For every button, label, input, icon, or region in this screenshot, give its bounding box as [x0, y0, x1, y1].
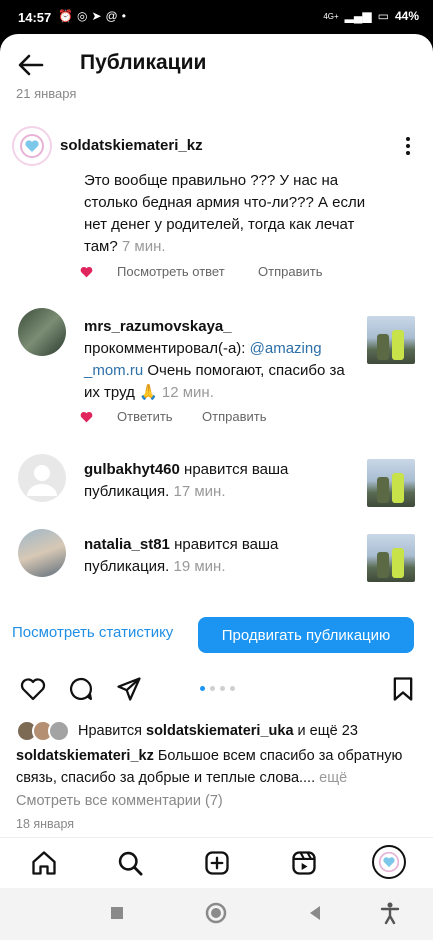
avatar[interactable] [18, 529, 66, 577]
like-time: 19 мин. [173, 558, 226, 575]
comment-body: Это вообще правильно ??? У нас на стольк… [84, 170, 369, 258]
heart-icon[interactable] [80, 411, 93, 423]
carousel-dot [210, 686, 215, 691]
notification-icons: ⏰ ◎ ➤ @ • [58, 9, 126, 23]
post-caption: soldatskiemateri_kz Большое всем спасибо… [16, 745, 416, 789]
likes-summary[interactable]: Нравится soldatskiemateri_uka и ещё 23 [16, 720, 358, 742]
like-notification: gulbakhyt460 нравится ваша публикация. 1… [84, 459, 346, 503]
avatar [48, 720, 70, 742]
mention-part: @amazing [249, 340, 322, 357]
status-right: 4G+ ▂▄▆ ▭ 44% [323, 9, 419, 23]
likes-text: Нравится soldatskiemateri_uka и ещё 23 [78, 723, 358, 739]
accessibility-icon [380, 902, 400, 925]
comment-button[interactable] [66, 675, 96, 705]
avatar[interactable] [18, 308, 66, 356]
avatar[interactable] [18, 454, 66, 502]
telegram-icon: ➤ [91, 9, 102, 23]
nav-reels[interactable] [289, 849, 319, 879]
heart-icon[interactable] [80, 266, 93, 278]
heart-logo-icon [378, 851, 400, 873]
more-link[interactable]: ещё [319, 770, 347, 786]
post-date: 18 января [16, 817, 75, 831]
send-button[interactable]: Отправить [202, 409, 266, 424]
comment-time: 12 мин. [161, 384, 214, 401]
back-button[interactable] [16, 50, 46, 80]
like-username[interactable]: natalia_st81 [84, 536, 170, 553]
caption-username[interactable]: soldatskiemateri_kz [16, 748, 154, 764]
likes-prefix: Нравится [78, 723, 142, 739]
bottom-nav [0, 837, 433, 888]
like-button[interactable] [18, 675, 48, 705]
view-reply-button[interactable]: Посмотреть ответ [117, 264, 225, 279]
reels-icon [292, 851, 316, 875]
battery-level: 44% [394, 9, 419, 23]
carousel-dot [220, 686, 225, 691]
comment-time: 7 мин. [121, 238, 166, 255]
carousel-dot [200, 686, 205, 691]
heart-outline-icon [20, 678, 46, 701]
nav-search[interactable] [115, 849, 145, 879]
post-thumbnail[interactable] [367, 316, 415, 364]
likes-user[interactable]: soldatskiemateri_uka [146, 723, 294, 739]
alarm-icon: ⏰ [58, 9, 73, 23]
triangle-left-icon [310, 906, 320, 920]
whatsapp-icon: ◎ [76, 9, 88, 23]
comment-body: mrs_razumovskaya_ прокомментировал(-а): … [84, 316, 346, 404]
like-username[interactable]: gulbakhyt460 [84, 461, 180, 478]
more-vertical-icon [406, 137, 410, 155]
mention-part: _mom.ru [84, 362, 144, 379]
post-thumbnail[interactable] [367, 534, 415, 582]
view-stats-button[interactable]: Посмотреть статистику [12, 624, 173, 641]
carousel-dot [230, 686, 235, 691]
square-icon [111, 907, 123, 919]
signal-icon: ▂▄▆ [344, 9, 372, 23]
comment-verb: прокомментировал(-а): [84, 340, 246, 357]
network-label: 4G+ [323, 11, 339, 21]
nav-profile-avatar[interactable] [372, 845, 406, 879]
send-icon [117, 677, 141, 701]
dot-icon: • [121, 9, 126, 23]
notifications-screen: Публикации 21 января soldatskiemateri_kz… [0, 34, 433, 888]
page-title: Публикации [80, 51, 207, 74]
post-thumbnail[interactable] [367, 459, 415, 507]
battery-icon: ▭ [377, 9, 389, 23]
comment-username[interactable]: soldatskiemateri_kz [60, 137, 203, 154]
comment-username[interactable]: mrs_razumovskaya_ [84, 318, 232, 335]
default-user-icon [27, 465, 57, 496]
nav-create[interactable] [202, 849, 232, 879]
search-icon [118, 851, 143, 876]
back-system-button[interactable] [302, 900, 328, 926]
comment-icon [69, 677, 93, 701]
share-button[interactable] [114, 675, 144, 705]
date-label: 21 января [16, 86, 77, 101]
promote-post-button[interactable]: Продвигать публикацию [198, 617, 414, 653]
reply-button[interactable]: Ответить [117, 409, 173, 424]
heart-logo-icon [20, 134, 44, 158]
send-button[interactable]: Отправить [258, 264, 322, 279]
recents-button[interactable] [104, 900, 130, 926]
status-bar: 14:57 ⏰ ◎ ➤ @ • 4G+ ▂▄▆ ▭ 44% [0, 0, 433, 34]
at-icon: @ [105, 9, 118, 23]
carousel-indicator [200, 686, 235, 691]
avatar[interactable] [12, 126, 52, 166]
plus-square-icon [205, 851, 229, 875]
like-time: 17 мин. [173, 483, 226, 500]
like-notification: natalia_st81 нравится ваша публикация. 1… [84, 534, 346, 578]
nav-home[interactable] [29, 849, 59, 879]
circle-icon [205, 902, 227, 924]
home-icon [32, 851, 56, 875]
accessibility-button[interactable] [377, 900, 403, 926]
view-all-comments-link[interactable]: Смотреть все комментарии (7) [16, 793, 223, 809]
bookmark-icon [393, 677, 413, 701]
system-nav-bar [0, 888, 433, 940]
status-time: 14:57 [18, 10, 52, 25]
home-system-button[interactable] [203, 900, 229, 926]
likes-suffix: и ещё 23 [297, 723, 358, 739]
arrow-left-icon [18, 54, 44, 76]
save-button[interactable] [388, 675, 418, 705]
more-options-button[interactable] [396, 132, 420, 160]
